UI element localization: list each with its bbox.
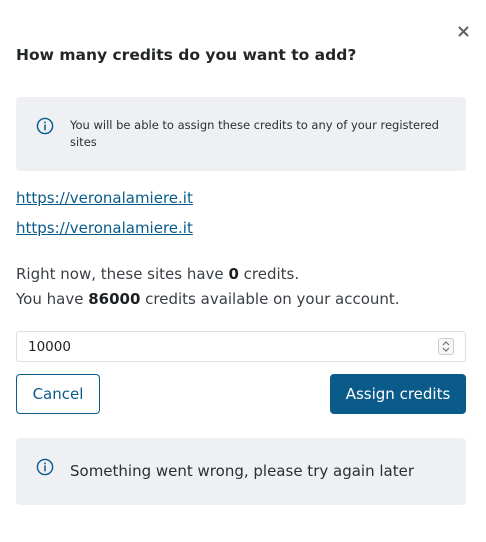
error-notice-text: Something went wrong, please try again l… — [70, 462, 414, 480]
close-button[interactable] — [454, 22, 472, 40]
credits-amount-input[interactable] — [28, 332, 428, 361]
close-icon — [458, 26, 468, 36]
site-credits-value: 0 — [228, 265, 239, 283]
summary-text: You have — [16, 290, 89, 308]
info-icon — [36, 458, 54, 476]
assign-credits-button[interactable]: Assign credits — [330, 374, 466, 414]
info-icon — [36, 117, 54, 135]
site-link[interactable]: https://veronalamiere.it — [16, 219, 193, 237]
summary-text: credits. — [238, 265, 300, 283]
info-notice-text: You will be able to assign these credits… — [70, 118, 439, 149]
cancel-button[interactable]: Cancel — [16, 374, 100, 414]
quantity-stepper[interactable] — [438, 338, 454, 355]
dialog-title: How many credits do you want to add? — [16, 46, 357, 64]
site-credits-summary: Right now, these sites have 0 credits. — [16, 265, 299, 283]
site-link[interactable]: https://veronalamiere.it — [16, 189, 193, 207]
error-notice: Something went wrong, please try again l… — [16, 438, 466, 505]
summary-text: credits available on your account. — [140, 290, 400, 308]
credits-amount-field — [16, 331, 466, 362]
account-credits-summary: You have 86000 credits available on your… — [16, 290, 400, 308]
credits-dialog: How many credits do you want to add? You… — [0, 0, 486, 542]
summary-text: Right now, these sites have — [16, 265, 229, 283]
info-notice: You will be able to assign these credits… — [16, 97, 466, 171]
account-credits-value: 86000 — [88, 290, 141, 308]
chevron-up-down-icon — [442, 341, 450, 352]
